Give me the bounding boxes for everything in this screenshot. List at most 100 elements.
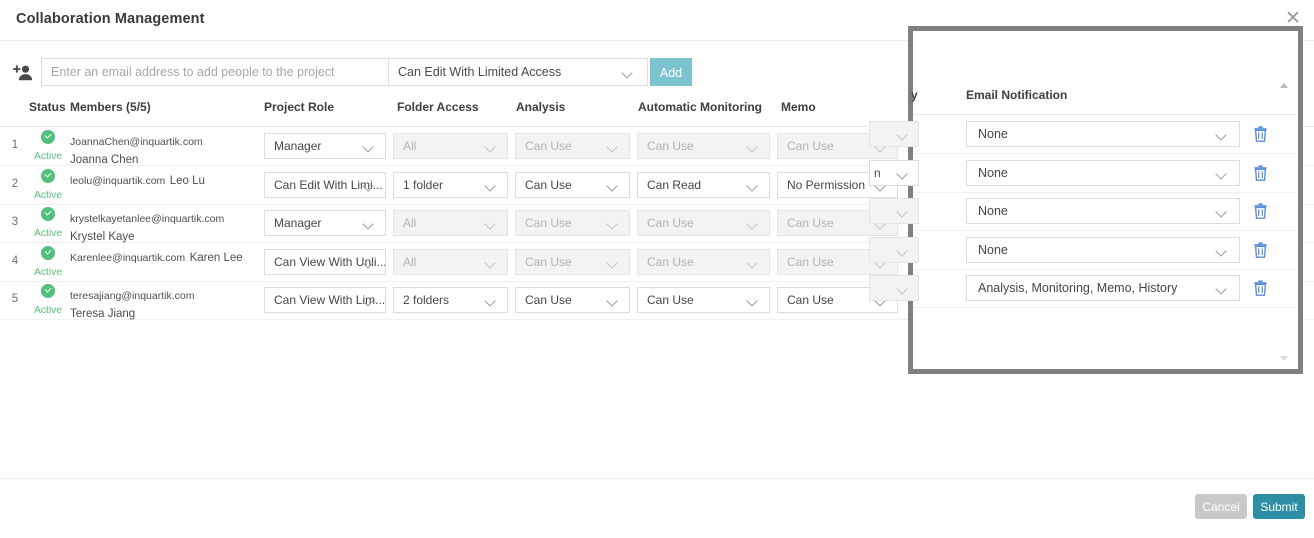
chevron-down-icon [607,288,620,312]
member-name: Joanna Chen [70,154,139,166]
project-role-select[interactable]: Can Edit With Limi... [264,171,386,198]
folder-access-select[interactable]: 1 folder [393,171,508,198]
email-notification-select[interactable]: None [966,121,1240,147]
email-notification-select[interactable]: None [966,236,1240,263]
automatic-monitoring-value: Can Use [647,254,694,269]
member-cell: teresajiang@inquartik.com Teresa Jiang [70,286,260,322]
trash-icon[interactable] [1253,203,1268,219]
scroll-down-arrow-icon[interactable] [1279,353,1289,363]
analysis-select[interactable]: Can Use [515,287,630,313]
chevron-down-icon [1216,161,1229,185]
trash-icon[interactable] [1253,126,1268,142]
row-index: 3 [11,216,19,228]
automatic-monitoring-select[interactable]: Can Use [637,287,770,313]
panel-row: Analysis, Monitoring, Memo, History [869,269,1298,308]
chevron-down-icon [607,134,620,158]
project-role-value: Manager [274,139,322,153]
chevron-down-icon [897,237,910,265]
project-role-value: Manager [274,216,322,230]
status-badge: Active [33,245,63,278]
automatic-monitoring-select[interactable]: Can Read [637,171,770,198]
add-button[interactable]: Add [650,58,692,86]
status-badge: Active [33,130,63,162]
chevron-down-icon [607,173,620,197]
trash-icon[interactable] [1253,164,1268,181]
member-name: Leo Lu [169,174,205,187]
column-header-folder-access: Folder Access [397,100,479,114]
analysis-select: Can Use [515,248,630,275]
chevron-down-icon [363,134,376,158]
chevron-down-icon [607,250,620,274]
project-role-select[interactable]: Can View With Unli... [264,248,386,275]
row-index: 4 [11,254,19,267]
email-notification-value: Analysis, Monitoring, Memo, History [978,281,1178,295]
project-role-select[interactable]: Can View With Lim... [264,287,386,313]
folder-access-select: All [393,133,508,159]
analysis-value: Can Use [525,293,572,307]
add-person-icon [11,61,35,85]
status-label: Active [34,304,62,316]
status-label: Active [34,227,62,239]
trash-icon[interactable] [1253,280,1268,296]
check-circle-icon [41,168,55,183]
invite-role-select[interactable]: Can Edit With Limited Access [389,58,648,86]
chevron-down-icon [363,211,376,235]
check-circle-icon [41,130,55,144]
row-index: 1 [11,139,19,151]
memo-value: Can Use [787,293,834,307]
member-email: Karenlee@inquartik.com [70,251,186,264]
project-role-select[interactable]: Manager [264,133,386,159]
automatic-monitoring-value: Can Use [647,139,694,153]
automatic-monitoring-value: Can Read [647,177,702,192]
chevron-down-icon [747,211,760,235]
chevron-down-icon [747,250,760,274]
panel-row: None [869,231,1298,270]
chevron-down-icon [1216,199,1229,223]
email-notification-value: None [978,204,1008,218]
project-role-select[interactable]: Manager [264,210,386,236]
memo-value: No Permission [787,177,866,192]
member-email: teresajiang@inquartik.com [70,290,195,302]
analysis-select: Can Use [515,210,630,236]
check-circle-icon [41,245,55,260]
automatic-monitoring-select: Can Use [637,248,770,275]
row-index: 2 [11,177,19,190]
chevron-down-icon [363,173,376,197]
column-header-memo: Memo [781,100,816,114]
panel-header: y Email Notification [911,88,1298,114]
folder-access-select: All [393,248,508,275]
chevron-down-icon [363,288,376,312]
member-email: JoannaChen@inquartik.com [70,136,203,148]
footer-divider [0,478,1314,479]
column-header-project-role: Project Role [264,100,335,114]
email-notification-value: None [978,165,1008,180]
folder-access-select[interactable]: 2 folders [393,287,508,313]
analysis-select[interactable]: Can Use [515,171,630,198]
trash-icon[interactable] [1253,241,1268,258]
folder-access-value: All [403,216,417,230]
folder-access-value: All [403,254,417,269]
email-notification-select[interactable]: None [966,159,1240,186]
folder-access-value: 1 folder [403,177,444,192]
email-notification-select[interactable]: None [966,198,1240,224]
chevron-down-icon [897,160,910,188]
chevron-down-icon [1216,238,1229,262]
submit-button[interactable]: Submit [1253,494,1305,519]
history-select[interactable]: n [869,159,919,188]
history-select [869,121,919,147]
chevron-down-icon [897,198,910,226]
status-label: Active [34,265,62,278]
email-input[interactable] [41,58,389,86]
cancel-button[interactable]: Cancel [1195,494,1247,519]
chevron-down-icon [1216,122,1229,146]
automatic-monitoring-select: Can Use [637,210,770,236]
status-label: Active [34,150,62,162]
automatic-monitoring-value: Can Use [647,293,694,307]
email-notification-select[interactable]: Analysis, Monitoring, Memo, History [966,275,1240,301]
chevron-down-icon [747,173,760,197]
column-header-automatic-monitoring: Automatic Monitoring [638,100,762,114]
column-header-status: Status [29,100,66,114]
chevron-down-icon [485,173,498,197]
column-header-email-notification: Email Notification [966,88,1068,102]
panel-row: n None [869,154,1298,193]
